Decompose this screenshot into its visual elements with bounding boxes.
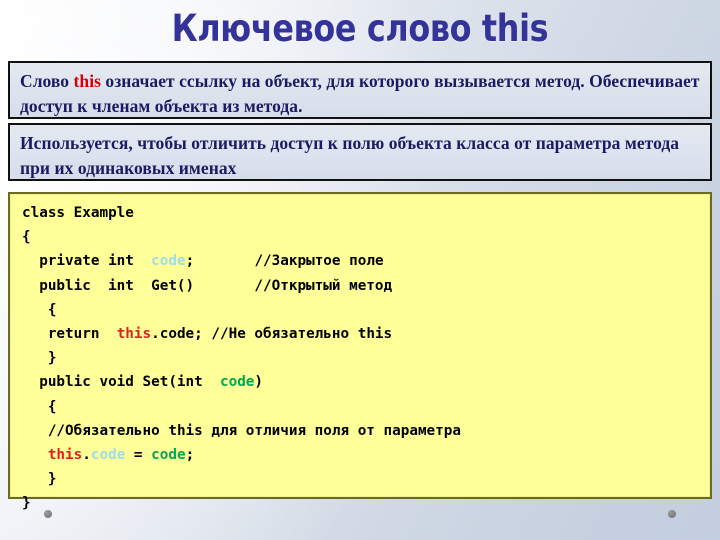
code-token-plain: { <box>22 398 57 415</box>
code-line: //Обязательно this для отличия поля от п… <box>22 423 461 439</box>
code-token-plain: .code; <box>151 326 212 343</box>
code-token-param: code <box>151 447 186 464</box>
statement-2-run-0: Используется, чтобы отличить доступ к по… <box>20 133 680 178</box>
code-token-comment: //Открытый метод <box>254 277 393 294</box>
code-token-plain: class Example <box>22 205 134 221</box>
code-listing: class Example { private int code; //Закр… <box>22 201 710 516</box>
statement-1-run-0: Слово <box>20 71 74 91</box>
statement-box-1: Слово this означает ссылку на объект, дл… <box>8 61 712 119</box>
code-token-comment: //Закрытое поле <box>254 253 384 270</box>
statement-text-1: Слово this означает ссылку на объект, дл… <box>20 69 700 119</box>
code-token-plain: ; <box>185 253 255 270</box>
code-token-param: code <box>219 374 255 391</box>
code-line: { <box>22 229 31 245</box>
code-line: } <box>22 350 57 367</box>
code-line: { <box>22 301 57 318</box>
code-token-plain: { <box>22 301 57 318</box>
code-line: return this.code; //Не обязательно this <box>22 326 392 342</box>
code-token-this: this <box>47 447 83 464</box>
code-line: private int code; //Закрытое поле <box>22 253 384 270</box>
code-token-plain: ; <box>185 447 195 464</box>
code-token-this: this <box>116 326 152 343</box>
code-line: this.code = code; <box>22 447 194 463</box>
statement-text-2: Используется, чтобы отличить доступ к по… <box>20 131 700 181</box>
code-token-plain: . <box>82 447 91 464</box>
code-token-plain: public int Get() <box>22 277 255 294</box>
code-line: } <box>22 471 57 488</box>
code-token-comment: //Обязательно this для отличия поля от п… <box>47 422 461 439</box>
code-token-plain: return <box>22 326 117 343</box>
code-token-plain: { <box>22 229 31 246</box>
code-token-field: code <box>151 253 186 270</box>
slide-title: Ключевое слово this <box>0 6 720 52</box>
statement-1-run-2: означает ссылку на объект, для которого … <box>20 71 700 116</box>
code-token-plain: } <box>22 471 57 488</box>
code-line: { <box>22 398 57 415</box>
code-line: public int Get() //Открытый метод <box>22 278 392 294</box>
code-token-plain: = <box>125 447 152 464</box>
code-line: public void Set(int code) <box>22 374 263 390</box>
statement-1-run-1: this <box>73 71 101 91</box>
code-token-plain: } <box>22 495 31 512</box>
code-token-comment: //Не обязательно this <box>211 326 393 343</box>
code-token-plain: } <box>22 350 57 367</box>
slide-title-text: Ключевое слово this <box>171 7 549 50</box>
slide-canvas: Ключевое слово this Слово this означает … <box>0 0 720 540</box>
code-line: } <box>22 495 31 511</box>
code-token-plain: public void Set(int <box>22 374 220 391</box>
code-line: class Example <box>22 205 134 221</box>
code-token-plain: ) <box>254 374 264 391</box>
statement-box-2: Используется, чтобы отличить доступ к по… <box>8 123 712 181</box>
code-block: class Example { private int code; //Закр… <box>8 192 712 511</box>
code-token-plain: private int <box>22 253 152 270</box>
code-token-field: code <box>90 447 126 464</box>
